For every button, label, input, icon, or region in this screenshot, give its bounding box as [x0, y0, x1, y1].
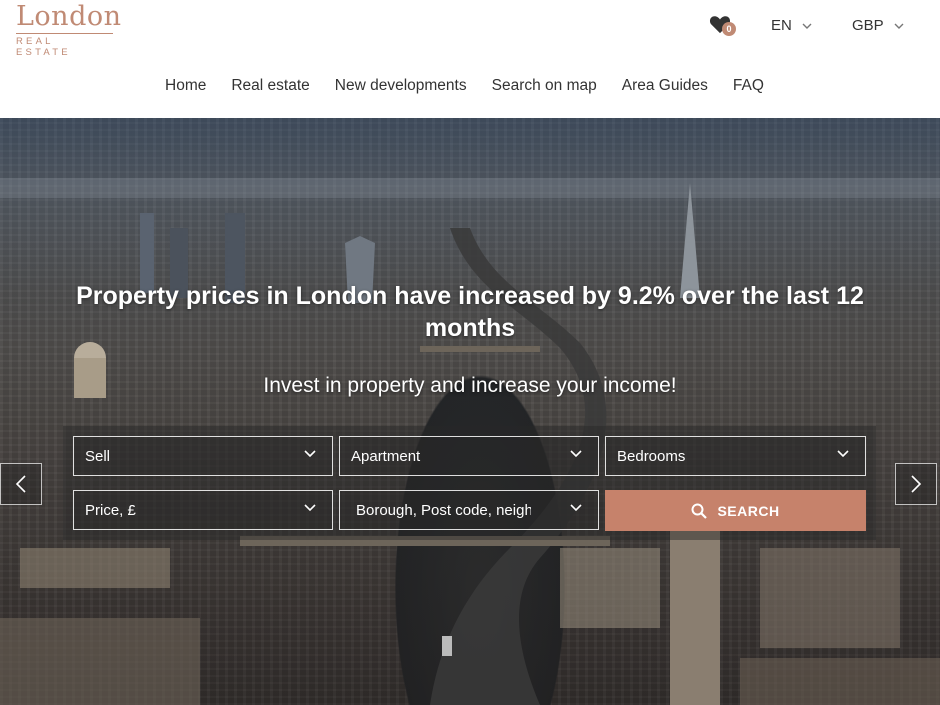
currency-selector[interactable]: GBP [852, 17, 904, 34]
nav-item-home[interactable]: Home [165, 77, 206, 95]
search-button-label: SEARCH [717, 502, 780, 519]
chevron-down-icon [802, 23, 812, 29]
search-icon [691, 503, 708, 519]
nav-item-area-guides[interactable]: Area Guides [622, 77, 708, 95]
hero-title-line-2: months [424, 314, 516, 342]
chevron-right-icon [911, 475, 922, 493]
site-header: London REAL ESTATE 0 EN GBP Home Real es… [0, 0, 940, 118]
hero-title: Property prices in London have increased… [0, 280, 940, 344]
hero-title-line-1: Property prices in London have increased… [76, 282, 864, 310]
nav-item-faq[interactable]: FAQ [733, 77, 764, 95]
search-button[interactable]: SEARCH [605, 490, 866, 531]
chevron-down-icon [570, 504, 582, 512]
price-select[interactable]: Price, £ [73, 490, 333, 530]
chevron-down-icon [837, 450, 849, 458]
chevron-down-icon [894, 23, 904, 29]
nav-item-new-developments[interactable]: New developments [335, 77, 467, 95]
chevron-left-icon [15, 475, 26, 493]
location-input[interactable] [356, 501, 531, 519]
language-value: EN [771, 17, 792, 34]
chevron-down-icon [304, 504, 316, 512]
bedrooms-value: Bedrooms [617, 447, 686, 465]
currency-value: GBP [852, 17, 884, 34]
slider-prev-button[interactable] [0, 463, 42, 505]
city-background-image [0, 178, 940, 705]
bedrooms-select[interactable]: Bedrooms [605, 436, 866, 476]
hero-banner: Property prices in London have increased… [0, 118, 940, 705]
logo-sub-text: REAL ESTATE [16, 33, 113, 58]
property-type-select[interactable]: Apartment [339, 436, 599, 476]
favorites-button[interactable]: 0 [709, 14, 736, 38]
location-input-wrapper[interactable] [339, 490, 599, 530]
slider-next-button[interactable] [895, 463, 937, 505]
nav-item-search-on-map[interactable]: Search on map [492, 77, 597, 95]
favorites-count-badge: 0 [722, 22, 736, 36]
hero-subtitle: Invest in property and increase your inc… [263, 374, 677, 397]
logo-main-text: London [16, 1, 122, 32]
deal-type-value: Sell [85, 447, 111, 465]
site-logo[interactable]: London REAL ESTATE [16, 2, 122, 58]
chevron-down-icon [570, 450, 582, 458]
price-value: Price, £ [85, 501, 136, 519]
chevron-down-icon [304, 450, 316, 458]
deal-type-select[interactable]: Sell [73, 436, 333, 476]
language-selector[interactable]: EN [771, 17, 812, 34]
nav-item-real-estate[interactable]: Real estate [231, 77, 309, 95]
main-nav: Home Real estate New developments Search… [165, 77, 764, 95]
property-type-value: Apartment [351, 447, 421, 465]
